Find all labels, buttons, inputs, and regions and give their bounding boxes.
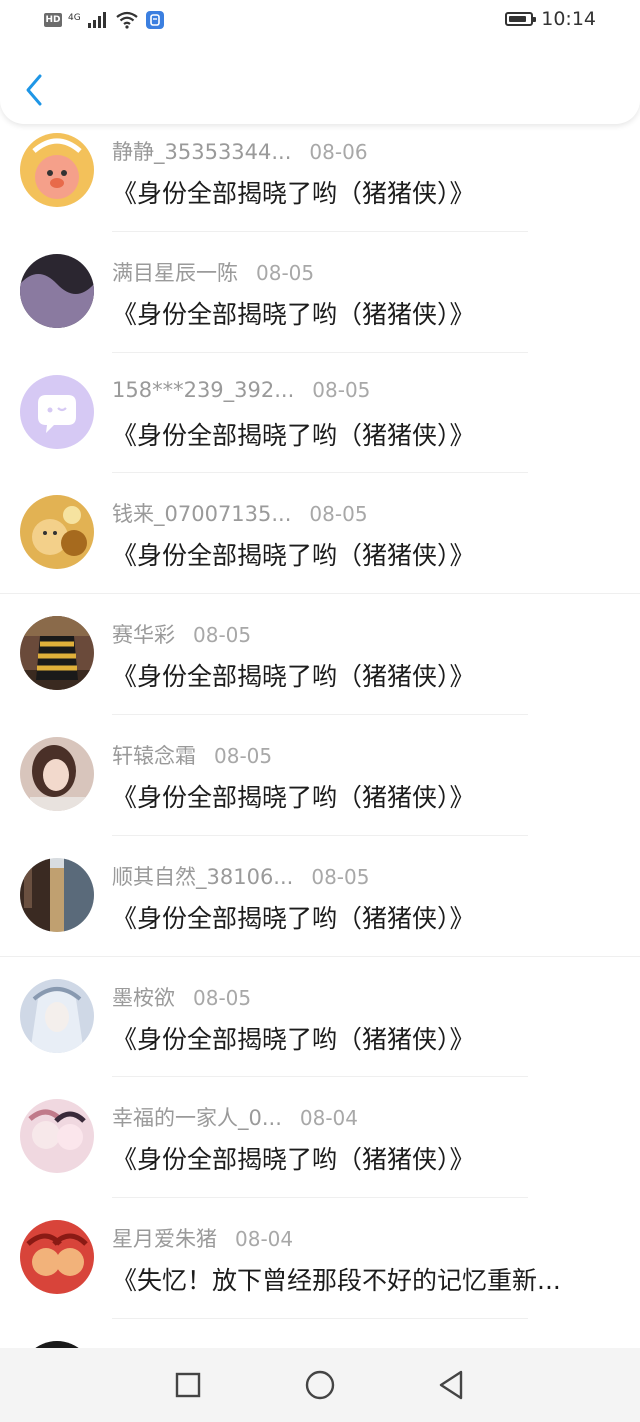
status-left: HD 4G — [44, 10, 165, 30]
circle-icon — [305, 1370, 335, 1400]
avatar[interactable] — [20, 978, 94, 1053]
username: 满目星辰一陈 — [112, 260, 238, 285]
post-date: 08-05 — [309, 502, 368, 527]
list-item[interactable]: 星月爱朱猪 08-04 《失忆！放下曾经那段不好的记忆重新... — [0, 1211, 640, 1332]
nav-back-button[interactable] — [434, 1367, 470, 1403]
wifi-icon — [116, 11, 138, 29]
list-item[interactable]: 钱来_07007135... 08-05 《身份全部揭晓了哟（猪猪侠）》 — [0, 486, 640, 607]
avatar[interactable] — [20, 616, 94, 691]
battery-icon — [505, 12, 537, 26]
row-divider — [112, 1317, 528, 1319]
username: 幸福的一家人_0... — [112, 1106, 282, 1131]
item-meta: 幸福的一家人_0... 08-04 — [112, 1102, 358, 1132]
recent-apps-button[interactable] — [170, 1367, 206, 1403]
hd-badge: HD — [44, 13, 62, 27]
username: 顺其自然_38106... — [112, 864, 294, 889]
post-date: 08-04 — [235, 1227, 294, 1252]
avatar[interactable] — [20, 737, 94, 811]
battery-fill — [509, 16, 527, 22]
post-date: 08-05 — [312, 377, 371, 402]
row-divider — [112, 1076, 528, 1078]
list-item[interactable]: 满目星辰一陈 08-05 《身份全部揭晓了哟（猪猪侠）》 — [0, 245, 640, 366]
app-notification-icon — [145, 11, 164, 29]
item-meta: 静静_35353344... 08-06 — [112, 136, 368, 166]
item-meta: 星月爱朱猪 08-04 — [112, 1223, 293, 1253]
status-bar: HD 4G 10:14 — [0, 0, 640, 44]
list-item[interactable]: 静静_35353344... 08-06 《身份全部揭晓了哟（猪猪侠）》 — [0, 124, 640, 245]
item-title[interactable]: 《身份全部揭晓了哟（猪猪侠）》 — [112, 899, 475, 935]
item-title[interactable]: 《身份全部揭晓了哟（猪猪侠）》 — [112, 174, 475, 210]
post-date: 08-05 — [311, 864, 370, 889]
item-title[interactable]: 《身份全部揭晓了哟（猪猪侠）》 — [112, 536, 475, 572]
item-meta: 墨桉欲 08-05 — [112, 982, 251, 1012]
clock: 10:14 — [541, 8, 596, 30]
avatar[interactable] — [20, 1220, 94, 1295]
item-meta: 轩辕念霜 08-05 — [112, 740, 272, 770]
row-divider — [112, 472, 528, 474]
row-divider — [0, 593, 640, 595]
item-title[interactable]: 《身份全部揭晓了哟（猪猪侠）》 — [112, 778, 475, 814]
triangle-back-icon — [439, 1370, 463, 1400]
username: 静静_35353344... — [112, 140, 292, 164]
home-button[interactable] — [302, 1367, 338, 1403]
post-date: 08-06 — [309, 140, 368, 164]
item-meta: 满目星辰一陈 08-05 — [112, 257, 314, 287]
item-meta: 钱来_07007135... 08-05 — [112, 498, 368, 528]
avatar[interactable] — [20, 857, 94, 932]
network-group: 4G — [68, 13, 81, 23]
post-date: 08-05 — [193, 985, 252, 1010]
network-type: 4G — [68, 12, 81, 23]
row-divider — [112, 834, 528, 836]
row-divider — [112, 230, 528, 232]
list-item[interactable]: 赛华彩 08-05 《身份全部揭晓了哟（猪猪侠）》 — [0, 607, 640, 728]
status-right: 10:14 — [505, 8, 596, 30]
item-title[interactable]: 《身份全部揭晓了哟（猪猪侠）》 — [112, 295, 475, 331]
list-item[interactable]: 幸福的一家人_0... 08-04 《身份全部揭晓了哟（猪猪侠）》 — [0, 1090, 640, 1211]
post-date: 08-04 — [299, 1106, 359, 1131]
header-card: HD 4G 10:14 — [0, 0, 640, 124]
row-divider — [112, 1197, 528, 1199]
avatar[interactable] — [20, 133, 94, 207]
post-date: 08-05 — [214, 744, 273, 768]
item-title[interactable]: 《失忆！放下曾经那段不好的记忆重新... — [112, 1261, 561, 1297]
list-item[interactable]: 墨桉欲 08-05 《身份全部揭晓了哟（猪猪侠）》 — [0, 970, 640, 1091]
list-item[interactable]: 轩辕念霜 08-05 《身份全部揭晓了哟（猪猪侠）》 — [0, 728, 640, 849]
username: 钱来_07007135... — [112, 502, 292, 527]
item-title[interactable]: 《身份全部揭晓了哟（猪猪侠）》 — [112, 1020, 475, 1056]
item-meta: 顺其自然_38106... 08-05 — [112, 861, 369, 891]
item-meta: 158***239_392... 08-05 — [112, 378, 370, 402]
item-title[interactable]: 《身份全部揭晓了哟（猪猪侠）》 — [112, 1140, 475, 1176]
signal-icon — [87, 12, 106, 28]
navigation-bar — [0, 1348, 640, 1422]
chevron-left-icon — [26, 74, 42, 106]
square-icon — [175, 1372, 201, 1398]
post-date: 08-05 — [256, 260, 315, 285]
avatar[interactable] — [20, 1099, 94, 1174]
back-button[interactable] — [18, 70, 54, 110]
list-item[interactable]: 顺其自然_38106... 08-05 《身份全部揭晓了哟（猪猪侠）》 — [0, 849, 640, 970]
list-item[interactable]: 158***239_392... 08-05 《身份全部揭晓了哟（猪猪侠）》 — [0, 366, 640, 487]
username: 星月爱朱猪 — [112, 1227, 217, 1252]
username: 墨桉欲 — [112, 985, 175, 1010]
username: 158***239_392... — [112, 377, 295, 402]
post-date: 08-05 — [193, 623, 252, 648]
username: 赛华彩 — [112, 623, 175, 648]
avatar[interactable] — [20, 374, 94, 449]
row-divider — [112, 351, 528, 353]
username: 轩辕念霜 — [112, 744, 196, 768]
avatar[interactable] — [20, 495, 94, 570]
avatar[interactable] — [20, 253, 94, 328]
item-title[interactable]: 《身份全部揭晓了哟（猪猪侠）》 — [112, 416, 475, 452]
item-meta: 赛华彩 08-05 — [112, 619, 251, 649]
row-divider — [0, 955, 640, 957]
row-divider — [112, 713, 528, 715]
item-title[interactable]: 《身份全部揭晓了哟（猪猪侠）》 — [112, 657, 475, 693]
